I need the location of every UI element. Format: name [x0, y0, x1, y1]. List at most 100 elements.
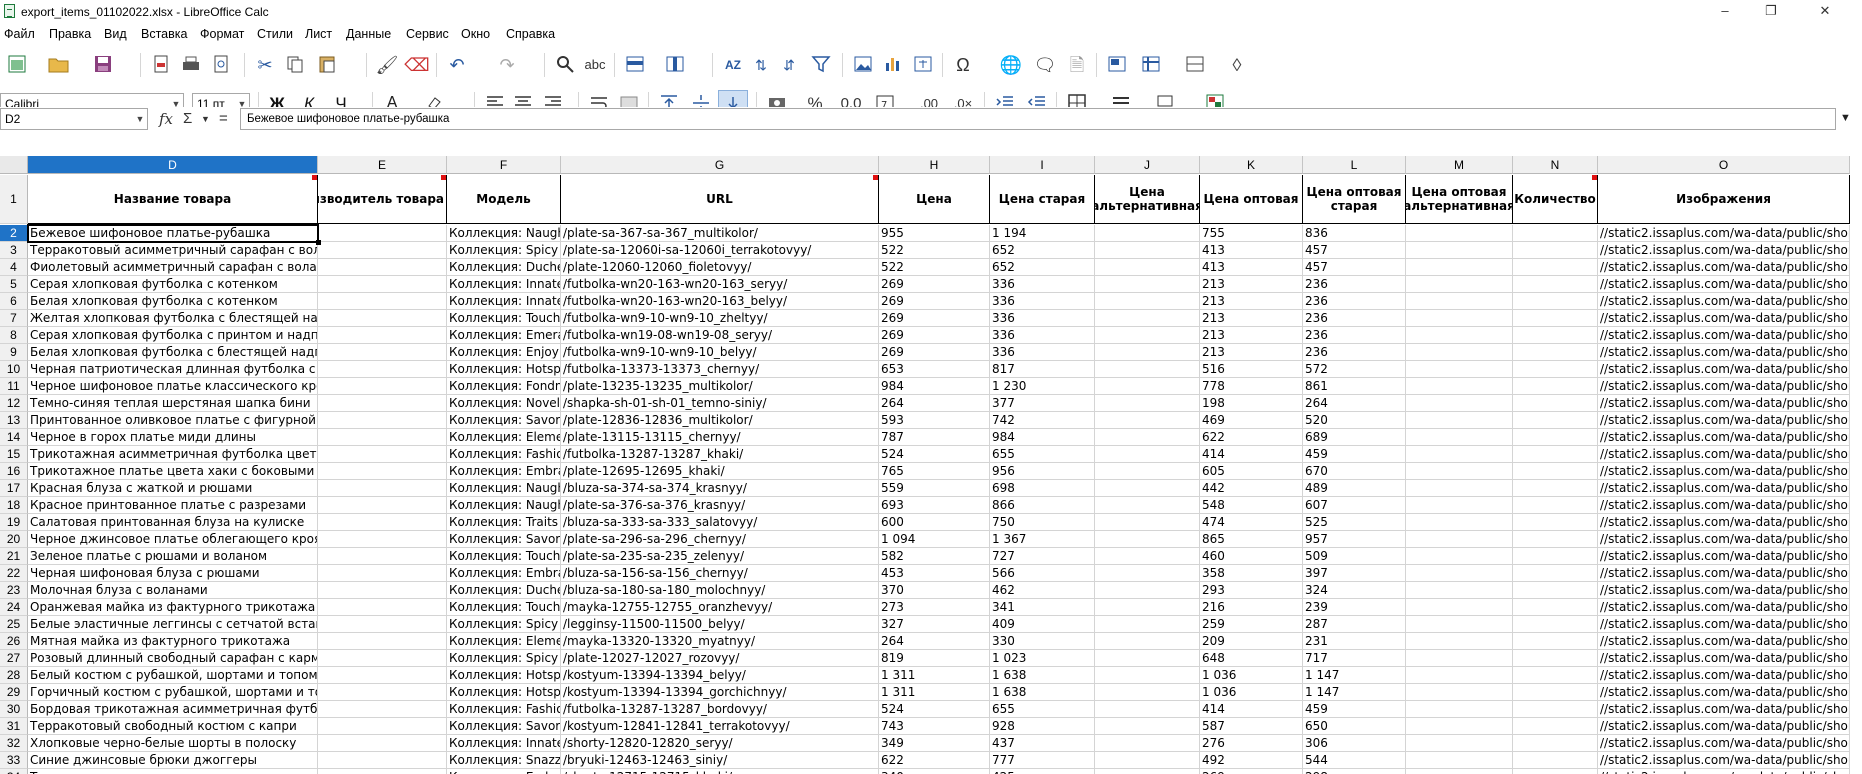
cell-m10[interactable]: [1406, 361, 1513, 378]
cell-m27[interactable]: [1406, 650, 1513, 667]
cell-k30[interactable]: 414: [1200, 701, 1303, 718]
cell-f26[interactable]: Коллекция: Element: [447, 633, 561, 650]
cell-d29[interactable]: Горчичный костюм с рубашкой, шортами и т…: [28, 684, 318, 701]
redo-icon[interactable]: ↷: [492, 51, 522, 79]
cell-f16[interactable]: Коллекция: Embrace: [447, 463, 561, 480]
cell-n2[interactable]: [1513, 225, 1598, 242]
cell-o29[interactable]: //static2.issaplus.com/wa-data/public/sh…: [1598, 684, 1850, 701]
cell-k12[interactable]: 198: [1200, 395, 1303, 412]
split-window-icon[interactable]: [1180, 51, 1210, 79]
row-header[interactable]: 5: [0, 276, 28, 293]
header-cell-f[interactable]: Модель: [447, 175, 561, 224]
cell-j16[interactable]: [1095, 463, 1200, 480]
cell-h10[interactable]: 653: [879, 361, 990, 378]
cell-k5[interactable]: 213: [1200, 276, 1303, 293]
cell-o16[interactable]: //static2.issaplus.com/wa-data/public/sh…: [1598, 463, 1850, 480]
cell-i30[interactable]: 655: [990, 701, 1095, 718]
header-cell-m[interactable]: Цена оптовая альтернативная: [1406, 175, 1513, 224]
header-cell-i[interactable]: Цена старая: [990, 175, 1095, 224]
cell-f6[interactable]: Коллекция: Innate: [447, 293, 561, 310]
column-header-i[interactable]: I: [990, 156, 1095, 174]
row-header[interactable]: 12: [0, 395, 28, 412]
cell-j26[interactable]: [1095, 633, 1200, 650]
cell-i34[interactable]: 425: [990, 769, 1095, 774]
cell-d30[interactable]: Бордовая трикотажная асимметричная футбо…: [28, 701, 318, 718]
cell-l31[interactable]: 650: [1303, 718, 1406, 735]
cell-k27[interactable]: 648: [1200, 650, 1303, 667]
cell-k28[interactable]: 1 036: [1200, 667, 1303, 684]
cell-i19[interactable]: 750: [990, 514, 1095, 531]
cell-n25[interactable]: [1513, 616, 1598, 633]
row-header[interactable]: 31: [0, 718, 28, 735]
row-header[interactable]: 2: [0, 225, 28, 242]
cell-e11[interactable]: [318, 378, 447, 395]
cell-j18[interactable]: [1095, 497, 1200, 514]
row-header[interactable]: 13: [0, 412, 28, 429]
cell-f2[interactable]: Коллекция: Naughty: [447, 225, 561, 242]
cell-h4[interactable]: 522: [879, 259, 990, 276]
row-header[interactable]: 24: [0, 599, 28, 616]
column-header-l[interactable]: L: [1303, 156, 1406, 174]
cell-h30[interactable]: 524: [879, 701, 990, 718]
cell-d3[interactable]: Терракотовый асимметричный сарафан с вол…: [28, 242, 318, 259]
cell-m19[interactable]: [1406, 514, 1513, 531]
row-header[interactable]: 10: [0, 361, 28, 378]
cell-k33[interactable]: 492: [1200, 752, 1303, 769]
cell-f33[interactable]: Коллекция: Snazzy: [447, 752, 561, 769]
cell-e6[interactable]: [318, 293, 447, 310]
cell-o21[interactable]: //static2.issaplus.com/wa-data/public/sh…: [1598, 548, 1850, 565]
row-header[interactable]: 30: [0, 701, 28, 718]
cell-k13[interactable]: 469: [1200, 412, 1303, 429]
cell-o12[interactable]: //static2.issaplus.com/wa-data/public/sh…: [1598, 395, 1850, 412]
cell-g26[interactable]: /mayka-13320-13320_myatnyy/: [561, 633, 879, 650]
cell-e28[interactable]: [318, 667, 447, 684]
cell-i22[interactable]: 566: [990, 565, 1095, 582]
vertical-scrollbar[interactable]: [1850, 174, 1862, 774]
cell-f23[interactable]: Коллекция: Duchess: [447, 582, 561, 599]
cell-m9[interactable]: [1406, 344, 1513, 361]
cell-o8[interactable]: //static2.issaplus.com/wa-data/public/sh…: [1598, 327, 1850, 344]
cell-k14[interactable]: 622: [1200, 429, 1303, 446]
cell-o3[interactable]: //static2.issaplus.com/wa-data/public/sh…: [1598, 242, 1850, 259]
column-header-n[interactable]: N: [1513, 156, 1598, 174]
cell-d23[interactable]: Молочная блуза с воланами: [28, 582, 318, 599]
cell-e19[interactable]: [318, 514, 447, 531]
cell-o30[interactable]: //static2.issaplus.com/wa-data/public/sh…: [1598, 701, 1850, 718]
row-header[interactable]: 26: [0, 633, 28, 650]
row-header[interactable]: 34: [0, 769, 28, 774]
cell-e17[interactable]: [318, 480, 447, 497]
cell-f28[interactable]: Коллекция: Hotspot: [447, 667, 561, 684]
cell-f18[interactable]: Коллекция: Naughty: [447, 497, 561, 514]
cell-k18[interactable]: 548: [1200, 497, 1303, 514]
cell-e2[interactable]: [318, 225, 447, 242]
cell-l33[interactable]: 544: [1303, 752, 1406, 769]
cell-o24[interactable]: //static2.issaplus.com/wa-data/public/sh…: [1598, 599, 1850, 616]
cell-d10[interactable]: Черная патриотическая длинная футболка с…: [28, 361, 318, 378]
cell-g34[interactable]: /shorty-12715-12715_khaki/: [561, 769, 879, 774]
cell-l8[interactable]: 236: [1303, 327, 1406, 344]
cell-j9[interactable]: [1095, 344, 1200, 361]
row-header[interactable]: 19: [0, 514, 28, 531]
cell-e4[interactable]: [318, 259, 447, 276]
cell-i23[interactable]: 462: [990, 582, 1095, 599]
cell-i13[interactable]: 742: [990, 412, 1095, 429]
find-replace-icon[interactable]: [550, 51, 580, 79]
formula-icon[interactable]: =: [219, 108, 228, 130]
freeze-rows-columns-icon[interactable]: [1136, 51, 1166, 79]
cell-j5[interactable]: [1095, 276, 1200, 293]
cell-m31[interactable]: [1406, 718, 1513, 735]
cell-g3[interactable]: /plate-sa-12060i-sa-12060i_terrakotovyy/: [561, 242, 879, 259]
cell-f30[interactable]: Коллекция: Fashion: [447, 701, 561, 718]
cell-o31[interactable]: //static2.issaplus.com/wa-data/public/sh…: [1598, 718, 1850, 735]
clear-formatting-icon[interactable]: ⌫: [402, 51, 432, 79]
cell-f15[interactable]: Коллекция: Fashion: [447, 446, 561, 463]
cell-k3[interactable]: 413: [1200, 242, 1303, 259]
row-header[interactable]: 14: [0, 429, 28, 446]
cell-n14[interactable]: [1513, 429, 1598, 446]
cell-h33[interactable]: 622: [879, 752, 990, 769]
cell-h2[interactable]: 955: [879, 225, 990, 242]
cell-o6[interactable]: //static2.issaplus.com/wa-data/public/sh…: [1598, 293, 1850, 310]
cell-e5[interactable]: [318, 276, 447, 293]
cell-e18[interactable]: [318, 497, 447, 514]
cell-d5[interactable]: Серая хлопковая футболка с котенком: [28, 276, 318, 293]
